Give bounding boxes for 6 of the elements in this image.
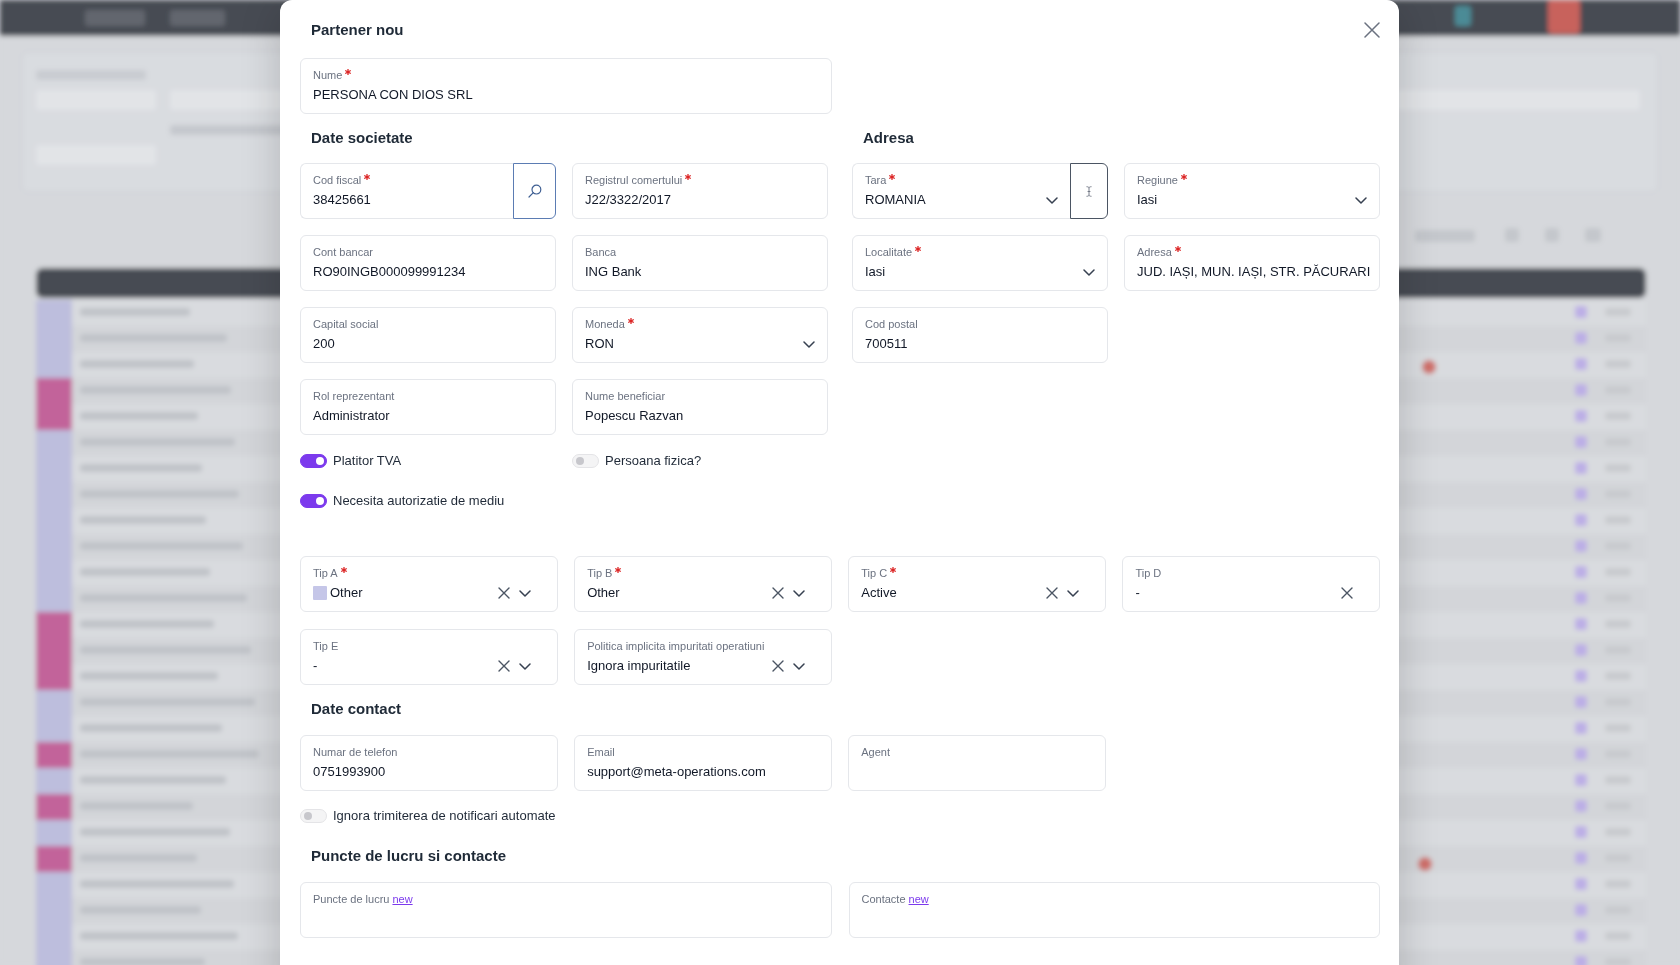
add-link[interactable]: new <box>392 892 413 906</box>
field-label: Contacte <box>861 892 906 906</box>
add-link[interactable]: new <box>908 892 929 906</box>
text-field[interactable]: Contacte new <box>848 882 1380 938</box>
field-label: Puncte de lucru <box>313 892 390 906</box>
text-field[interactable]: Puncte de lucru new <box>300 882 832 938</box>
